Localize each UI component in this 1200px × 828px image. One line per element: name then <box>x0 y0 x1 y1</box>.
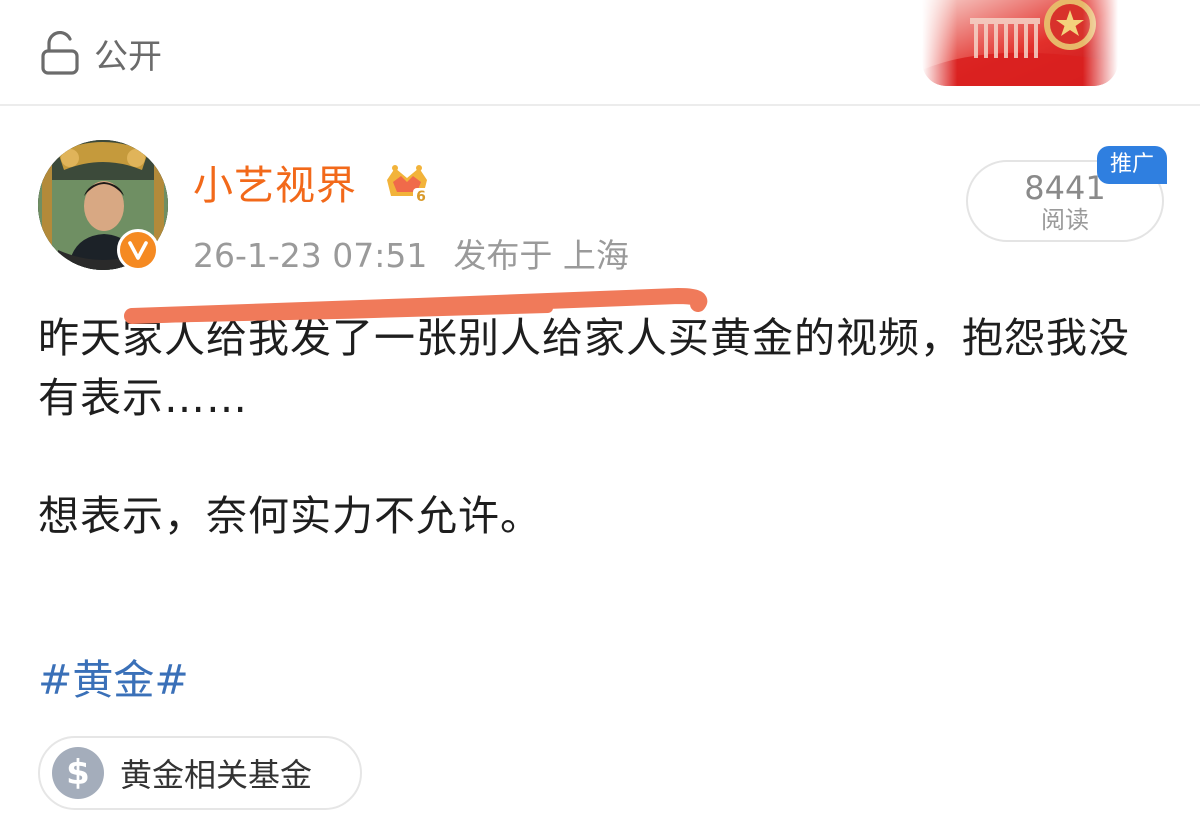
top-bar: 公开 <box>0 0 1200 106</box>
visibility-setting[interactable]: 公开 <box>40 30 162 77</box>
dollar-icon: $ <box>52 747 104 799</box>
level-number: 6 <box>416 189 426 205</box>
post-location: 发布于 上海 <box>453 236 629 275</box>
verified-v-icon <box>117 229 159 271</box>
fund-chip-label: 黄金相关基金 <box>120 756 313 794</box>
crown-badge-icon: 6 <box>387 165 429 205</box>
post-paragraph: 昨天家人给我发了一张别人给家人买黄金的视频，抱怨我没有表示…… <box>38 314 1130 422</box>
post-body: 昨天家人给我发了一张别人给家人买黄金的视频，抱怨我没有表示…… 想表示，奈何实力… <box>38 308 1168 546</box>
related-fund-chip[interactable]: $ 黄金相关基金 <box>38 736 362 810</box>
author-name[interactable]: 小艺视界 <box>193 158 357 214</box>
visibility-label: 公开 <box>94 36 162 77</box>
post-paragraph: 想表示，奈何实力不允许。 <box>38 492 542 540</box>
promote-tag[interactable]: 推广 <box>1097 146 1167 184</box>
lock-open-icon <box>41 31 79 75</box>
read-count-label: 阅读 <box>1041 206 1089 234</box>
national-emblem-banner <box>922 0 1118 86</box>
hashtag-link[interactable]: #黄金# <box>38 652 189 708</box>
post-meta: 26-1-23 07:51 发布于 上海 <box>193 236 629 276</box>
post-timestamp: 26-1-23 07:51 <box>193 236 428 275</box>
weibo-post-page: 公开 小艺视界 6 26-1-23 07:51 发布于 上海 8441 阅读 推… <box>0 0 1200 828</box>
